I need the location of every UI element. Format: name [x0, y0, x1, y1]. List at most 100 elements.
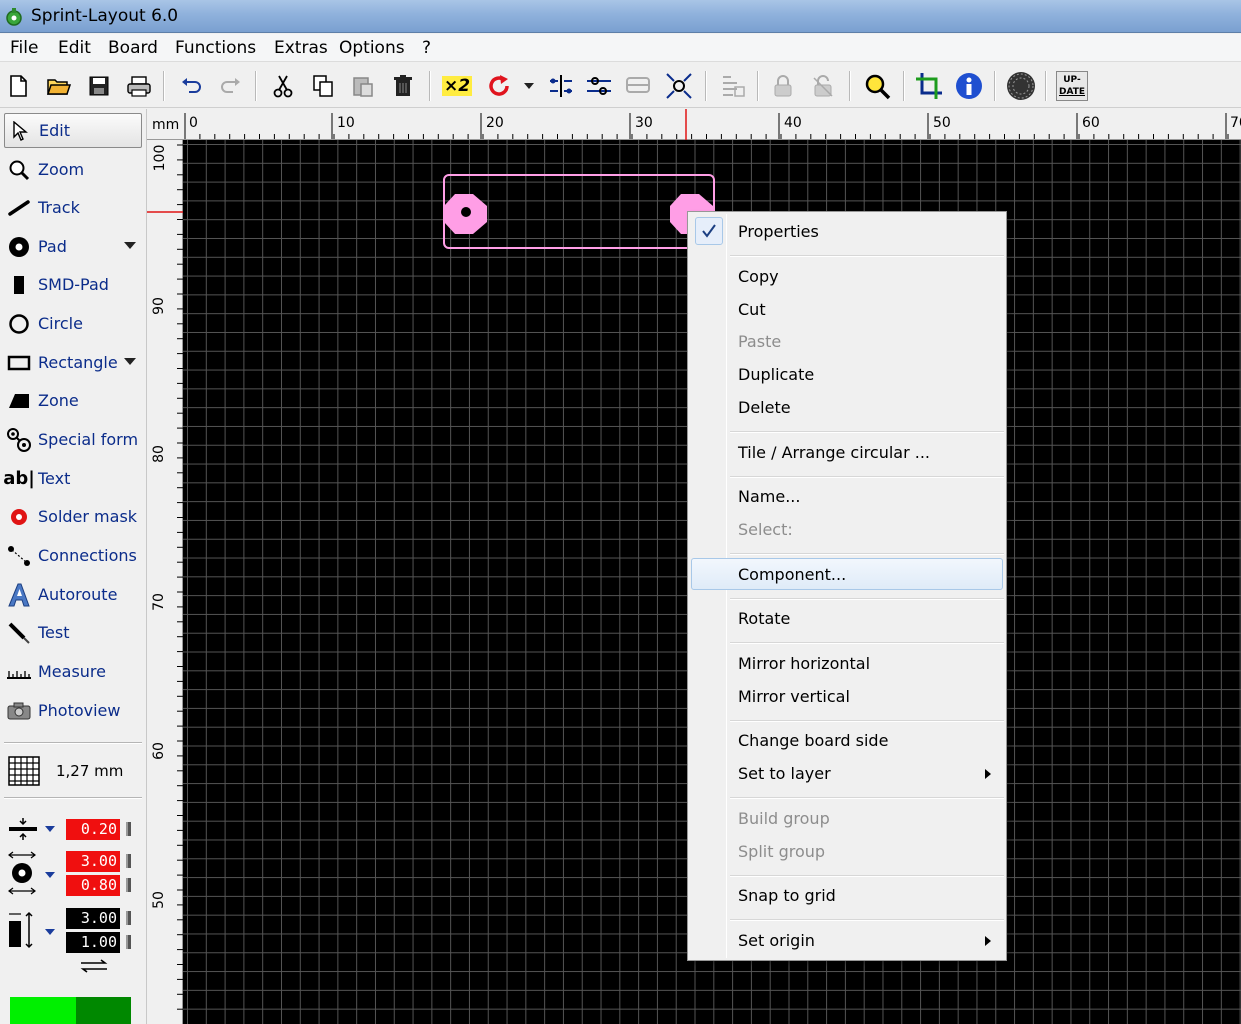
- tool-text[interactable]: ab| Text: [3, 461, 142, 496]
- spin-handle[interactable]: [126, 935, 131, 949]
- chevron-down-icon[interactable]: [45, 929, 55, 935]
- layer-indicator[interactable]: [10, 997, 131, 1024]
- menu-functions[interactable]: Functions: [175, 38, 256, 58]
- group-button[interactable]: [622, 69, 656, 103]
- menu-item-copy[interactable]: Copy: [738, 267, 779, 286]
- spin-handle[interactable]: [126, 854, 131, 868]
- tool-track[interactable]: Track: [4, 190, 142, 225]
- rotate-dropdown[interactable]: [518, 69, 540, 103]
- cut-button[interactable]: [266, 69, 300, 103]
- menu-file[interactable]: File: [10, 38, 38, 58]
- open-button[interactable]: [42, 69, 76, 103]
- check-icon: [695, 217, 723, 245]
- chevron-down-icon[interactable]: [45, 872, 55, 878]
- menu-options[interactable]: Options: [339, 38, 405, 58]
- mask-button[interactable]: [1004, 69, 1038, 103]
- tool-zoom[interactable]: Zoom: [4, 152, 142, 187]
- menu-separator: [730, 919, 1004, 921]
- tool-measure[interactable]: Measure: [4, 654, 142, 689]
- tool-solder-mask[interactable]: Solder mask: [4, 499, 142, 534]
- track-width-value[interactable]: 0.20: [66, 819, 120, 840]
- pad-drill-diameter[interactable]: 0.80: [66, 875, 120, 896]
- spin-handle[interactable]: [126, 911, 131, 925]
- menu-item-set-origin[interactable]: Set origin: [738, 931, 815, 950]
- copy-button[interactable]: [306, 69, 340, 103]
- menu-item-component[interactable]: Component...: [738, 565, 846, 584]
- lock-button[interactable]: [766, 69, 800, 103]
- tool-special-form[interactable]: Special form: [4, 422, 142, 457]
- zoom-search-button[interactable]: [860, 69, 894, 103]
- crop-button[interactable]: [912, 69, 946, 103]
- zoom-x2-button[interactable]: ×2: [440, 69, 474, 103]
- menu-item-mirror-vertical[interactable]: Mirror vertical: [738, 687, 850, 706]
- undo-button[interactable]: [174, 69, 208, 103]
- menu-item-change-board-side[interactable]: Change board side: [738, 731, 888, 750]
- menu-item-paste[interactable]: Paste: [738, 332, 781, 351]
- rotate-button[interactable]: [482, 69, 516, 103]
- tool-circle[interactable]: Circle: [4, 306, 142, 341]
- save-button[interactable]: [82, 69, 116, 103]
- print-button[interactable]: [122, 69, 156, 103]
- menu-edit[interactable]: Edit: [58, 38, 91, 58]
- centers-button[interactable]: [662, 69, 696, 103]
- chevron-down-icon[interactable]: [45, 826, 55, 832]
- smd-height-value[interactable]: 1.00: [66, 932, 120, 953]
- tool-autoroute[interactable]: Autoroute: [4, 577, 142, 612]
- tool-rectangle[interactable]: Rectangle: [4, 345, 142, 380]
- update-label-2: DATE: [1058, 87, 1086, 97]
- autoroute-icon: [8, 583, 30, 606]
- swap-icon[interactable]: [78, 959, 110, 973]
- mirror-button[interactable]: [544, 69, 578, 103]
- redo-button[interactable]: [214, 69, 248, 103]
- chevron-down-icon[interactable]: [124, 242, 136, 249]
- paste-button[interactable]: [346, 69, 380, 103]
- menu-item-mirror-horizontal[interactable]: Mirror horizontal: [738, 654, 870, 673]
- ruler-top-label: 40: [784, 115, 802, 131]
- tool-edit[interactable]: Edit: [4, 113, 142, 148]
- menu-item-snap-to-grid[interactable]: Snap to grid: [738, 886, 836, 905]
- unlock-button[interactable]: [806, 69, 840, 103]
- ruler-left-label: 100: [152, 144, 168, 172]
- submenu-arrow-icon: [985, 936, 991, 946]
- grid-setting[interactable]: 1,27 mm: [4, 753, 142, 789]
- new-file-button[interactable]: [2, 69, 36, 103]
- pad-outer-diameter[interactable]: 3.00: [66, 851, 120, 872]
- menu-item-name[interactable]: Name...: [738, 487, 800, 506]
- menu-board[interactable]: Board: [108, 38, 158, 58]
- menu-item-cut[interactable]: Cut: [738, 300, 766, 319]
- menu-item-split-group[interactable]: Split group: [738, 842, 825, 861]
- menu-separator: [730, 797, 1004, 799]
- info-button[interactable]: [952, 69, 986, 103]
- crop-icon: [916, 73, 942, 99]
- panel-separator: [4, 742, 142, 744]
- tool-pad[interactable]: Pad: [4, 229, 142, 264]
- delete-button[interactable]: [386, 69, 420, 103]
- tool-rectangle-label: Rectangle: [38, 353, 118, 372]
- tool-photoview[interactable]: Photoview: [4, 693, 142, 728]
- align-button[interactable]: [582, 69, 616, 103]
- menu-item-delete[interactable]: Delete: [738, 398, 791, 417]
- tool-test[interactable]: Test: [4, 615, 142, 650]
- tool-connections[interactable]: Connections: [4, 538, 142, 573]
- menu-item-rotate[interactable]: Rotate: [738, 609, 790, 628]
- menu-item-select[interactable]: Select:: [738, 520, 793, 539]
- menu-extras[interactable]: Extras: [274, 38, 328, 58]
- tool-photoview-label: Photoview: [38, 701, 121, 720]
- menu-item-tile-arrange[interactable]: Tile / Arrange circular ...: [738, 443, 930, 462]
- menu-item-duplicate[interactable]: Duplicate: [738, 365, 814, 384]
- spin-handle[interactable]: [126, 878, 131, 892]
- align-icon: [587, 77, 611, 95]
- pad-icon: [9, 236, 29, 257]
- tool-smd-pad[interactable]: SMD-Pad: [4, 267, 142, 302]
- properties-list-button[interactable]: [716, 69, 750, 103]
- menu-item-properties[interactable]: Properties: [738, 222, 819, 241]
- menu-help[interactable]: ?: [422, 38, 431, 58]
- menu-item-build-group[interactable]: Build group: [738, 809, 830, 828]
- menu-item-set-to-layer[interactable]: Set to layer: [738, 764, 831, 783]
- chevron-down-icon[interactable]: [124, 358, 136, 365]
- smd-width-value[interactable]: 3.00: [66, 908, 120, 929]
- update-button[interactable]: UP- DATE: [1055, 69, 1089, 103]
- solder-mask-icon: [11, 508, 27, 525]
- spin-handle[interactable]: [126, 822, 131, 836]
- tool-zone[interactable]: Zone: [4, 383, 142, 418]
